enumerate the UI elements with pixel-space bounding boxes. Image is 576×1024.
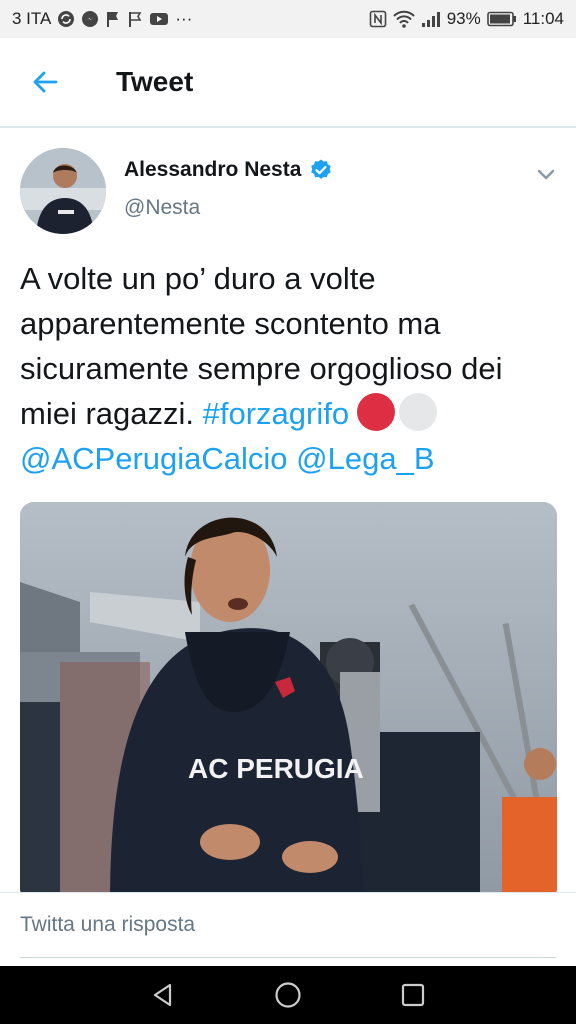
back-button[interactable]: [0, 37, 90, 127]
battery-icon: [486, 11, 517, 27]
battery-percent: 93%: [446, 9, 481, 28]
hashtag-link[interactable]: #forzagrifo: [203, 396, 349, 431]
verified-badge-icon: [311, 159, 332, 179]
nav-recents-button[interactable]: [383, 966, 443, 1024]
clock: 11:04: [522, 9, 564, 28]
flag-icon: [105, 10, 121, 28]
avatar[interactable]: [20, 148, 106, 234]
flag-outline-icon: [127, 10, 143, 28]
system-nav-bar: [0, 966, 576, 1024]
triangle-back-icon: [153, 983, 171, 1007]
status-bar-left: 3 ITA ···: [12, 9, 192, 29]
author-handle[interactable]: @Nesta: [124, 196, 333, 220]
author-name[interactable]: Alessandro Nesta: [124, 158, 301, 182]
nav-home-button[interactable]: [258, 966, 318, 1024]
tweet-options-button[interactable]: [532, 160, 560, 188]
mention-link[interactable]: @ACPerugiaCalcio: [20, 441, 288, 476]
red-circle-emoji-icon: [357, 393, 396, 431]
messenger-icon: [81, 10, 99, 28]
reply-bar: Twitta una risposta: [0, 892, 576, 966]
author-name-row: Alessandro Nesta: [124, 158, 333, 182]
sync-icon: [57, 10, 75, 28]
video-icon: [149, 11, 169, 27]
mention-link[interactable]: @Lega_B: [296, 441, 434, 476]
reply-input[interactable]: Twitta una risposta: [20, 913, 195, 937]
page-title: Tweet: [116, 66, 194, 97]
chevron-down-icon: [537, 169, 555, 180]
white-circle-emoji-icon: [399, 393, 438, 431]
tweet-text: A volte un po’ duro a volte apparentemen…: [20, 256, 560, 481]
wifi-icon: [392, 10, 415, 28]
back-arrow-icon: [33, 71, 58, 93]
shirt-text: AC PERUGIA: [188, 753, 364, 784]
app-header: Tweet: [0, 38, 576, 128]
signal-icon: [421, 10, 441, 28]
tweet: Alessandro Nesta @Nesta A volte un po’ d…: [0, 130, 576, 892]
tweet-photo[interactable]: AC PERUGIA: [20, 502, 557, 892]
reply-underline: [20, 957, 556, 958]
square-recents-icon: [402, 983, 425, 1007]
circle-home-icon: [275, 982, 301, 1008]
nav-back-button[interactable]: [133, 966, 193, 1024]
author-block: Alessandro Nesta @Nesta: [124, 158, 333, 220]
nfc-icon: [369, 10, 387, 28]
status-bar-right: 93% 11:04: [369, 9, 564, 29]
more-notifications: ···: [175, 9, 193, 28]
status-bar: 3 ITA ··· 93% 11:04: [0, 0, 576, 38]
carrier-label: 3 ITA: [12, 9, 52, 28]
